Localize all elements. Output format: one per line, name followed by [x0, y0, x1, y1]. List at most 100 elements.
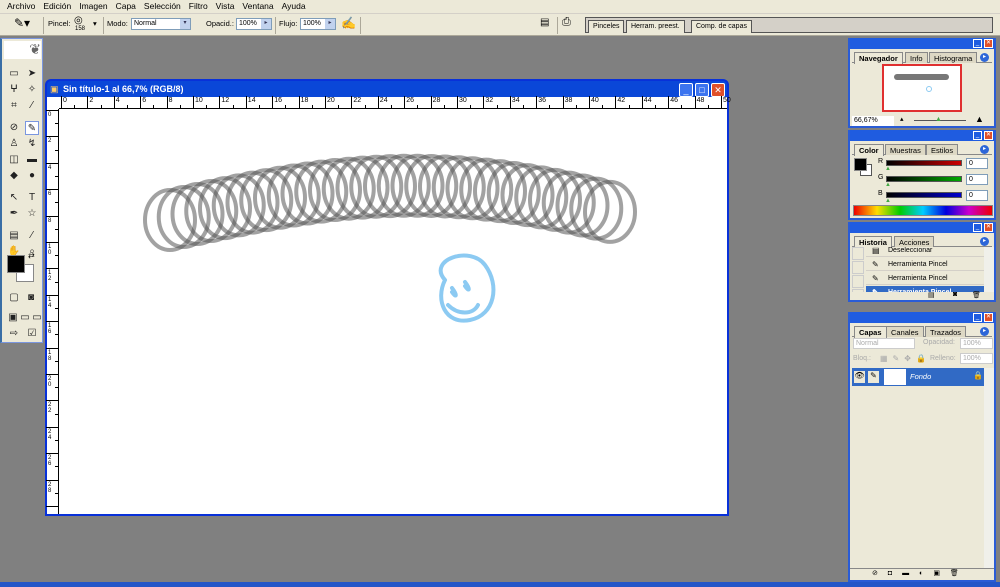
- slider-thumb[interactable]: ▲: [885, 166, 891, 172]
- slider-thumb[interactable]: ▲: [885, 198, 891, 204]
- maximize-button[interactable]: □: [695, 83, 709, 97]
- vertical-ruler[interactable]: 0 2 4 6 8 10 12 14 16 18 20 22 24 26 28: [46, 109, 59, 514]
- zoom-input[interactable]: 66,67%: [852, 116, 894, 126]
- panel-menu-button[interactable]: ▸: [980, 237, 989, 246]
- dodge-tool-icon[interactable]: ●: [25, 169, 39, 183]
- menu-archivo[interactable]: Archivo: [3, 0, 39, 13]
- zoom-out-icon[interactable]: ▴: [900, 115, 904, 123]
- menu-vista[interactable]: Vista: [212, 0, 239, 13]
- layers-scrollbar[interactable]: [984, 368, 994, 568]
- mode-select[interactable]: Normal ▾: [131, 18, 191, 30]
- zoom-slider-thumb[interactable]: ▲: [935, 116, 942, 123]
- checkmark-icon[interactable]: ☑: [25, 327, 39, 341]
- menu-filtro[interactable]: Filtro: [185, 0, 212, 13]
- panel-close-button[interactable]: ✕: [984, 131, 993, 140]
- history-scrollbar[interactable]: [984, 247, 994, 292]
- history-brush-source-box[interactable]: [852, 275, 864, 288]
- close-button[interactable]: ✕: [711, 83, 725, 97]
- brush-preview-icon[interactable]: ◎: [74, 15, 83, 26]
- tab-muestras[interactable]: Muestras: [885, 144, 926, 155]
- gradient-tool-icon[interactable]: ▬: [25, 153, 39, 167]
- lock-icons[interactable]: ▦✎✥🔒: [880, 354, 931, 363]
- tab-histograma[interactable]: Histograma: [929, 52, 978, 63]
- horizontal-ruler[interactable]: 0 2 4 6 8 10 12 14 16 18 20 22 24 26 28 30 32 34 36 38 40 42 4…: [59, 96, 731, 109]
- blend-mode-select[interactable]: Normal: [853, 338, 915, 349]
- navigator-thumbnail[interactable]: [882, 64, 962, 112]
- menu-imagen[interactable]: Imagen: [75, 0, 111, 13]
- tab-color[interactable]: Color: [854, 144, 884, 156]
- menu-ayuda[interactable]: Ayuda: [278, 0, 310, 13]
- lasso-tool-icon[interactable]: ⵖ: [7, 83, 21, 97]
- history-item[interactable]: ✎ Herramienta Pincel: [866, 258, 984, 271]
- new-document-from-state-icon[interactable]: ▤: [928, 291, 935, 299]
- jump-to-imageready-icon[interactable]: ⇨: [7, 327, 21, 341]
- tab-info[interactable]: Info: [905, 52, 928, 63]
- tab-capas[interactable]: Capas: [854, 326, 887, 338]
- brush-tool-icon[interactable]: ✎: [25, 121, 39, 135]
- history-item[interactable]: ✎ Herramienta Pincel: [866, 286, 984, 292]
- eyedropper-tool-icon[interactable]: ⁄: [25, 229, 39, 243]
- channel-value-input[interactable]: 0: [966, 158, 988, 169]
- history-item[interactable]: ▤ Deseleccionar: [866, 247, 984, 257]
- tab-acciones[interactable]: Acciones: [894, 236, 935, 247]
- panel-menu-button[interactable]: ▸: [980, 53, 989, 62]
- tab-estilos[interactable]: Estilos: [926, 144, 959, 155]
- healing-brush-tool-icon[interactable]: ⊘: [7, 121, 21, 135]
- flow-input[interactable]: 100% ▸: [300, 18, 336, 30]
- fill-input[interactable]: 100%: [960, 353, 993, 364]
- opacity-input[interactable]: 100% ▸: [236, 18, 272, 30]
- quickmask-mode-icon[interactable]: ◙: [24, 291, 38, 305]
- panel-minimize-button[interactable]: _: [973, 131, 982, 140]
- eraser-tool-icon[interactable]: ◫: [7, 153, 21, 167]
- foreground-color-swatch[interactable]: [854, 158, 867, 171]
- airbrush-icon[interactable]: ✍: [341, 16, 356, 30]
- history-brush-source-box[interactable]: [852, 261, 864, 274]
- brush-dropdown-icon[interactable]: ▾: [93, 19, 97, 28]
- clone-stamp-tool-icon[interactable]: ♙: [7, 137, 21, 151]
- layer-opacity-input[interactable]: 100%: [960, 338, 993, 349]
- pen-tool-icon[interactable]: ✒: [7, 207, 21, 221]
- zoom-in-icon[interactable]: ▲: [975, 114, 984, 124]
- menu-capa[interactable]: Capa: [112, 0, 140, 13]
- color-spectrum-bar[interactable]: [853, 205, 993, 216]
- panel-menu-button[interactable]: ▸: [980, 327, 989, 336]
- history-brush-source-box[interactable]: [852, 247, 864, 260]
- full-screen-icon[interactable]: ▭: [30, 311, 44, 325]
- tab-comp-de-capas[interactable]: Comp. de capas: [691, 20, 752, 33]
- channel-value-input[interactable]: 0: [966, 174, 988, 185]
- minimize-button[interactable]: _: [679, 83, 693, 97]
- standard-mode-icon[interactable]: ▢: [7, 291, 21, 305]
- panel-close-button[interactable]: ✕: [984, 313, 993, 322]
- swap-colors-icon[interactable]: ⇄: [28, 251, 35, 260]
- canvas[interactable]: [60, 110, 727, 514]
- magic-wand-tool-icon[interactable]: ✧: [25, 83, 39, 97]
- path-selection-tool-icon[interactable]: ↖: [7, 191, 21, 205]
- tab-navegador[interactable]: Navegador: [854, 52, 903, 64]
- menu-ventana[interactable]: Ventana: [238, 0, 277, 13]
- menu-edición[interactable]: Edición: [39, 0, 75, 13]
- panel-close-button[interactable]: ✕: [984, 39, 993, 48]
- move-tool-icon[interactable]: ➤: [25, 67, 39, 81]
- brush-tool-preset-icon[interactable]: ✎▾: [14, 16, 30, 30]
- channel-slider[interactable]: [886, 160, 962, 166]
- channel-slider[interactable]: [886, 176, 962, 182]
- panel-minimize-button[interactable]: _: [973, 39, 982, 48]
- menu-selección[interactable]: Selección: [140, 0, 185, 13]
- custom-shape-tool-icon[interactable]: ☆: [25, 207, 39, 221]
- new-snapshot-icon[interactable]: ◙: [953, 291, 957, 298]
- layer-row-fondo[interactable]: 👁 ✎ Fondo 🔒: [852, 368, 986, 386]
- palette-well-icon[interactable]: ⎙: [562, 16, 571, 29]
- tab-pinceles[interactable]: Pinceles: [588, 20, 625, 33]
- tab-canales[interactable]: Canales: [886, 326, 924, 337]
- file-browser-icon[interactable]: ▤: [540, 17, 549, 28]
- crop-tool-icon[interactable]: ⌗: [7, 99, 21, 113]
- panel-menu-button[interactable]: ▸: [980, 145, 989, 154]
- visibility-eye-icon[interactable]: 👁: [854, 371, 865, 383]
- history-item[interactable]: ✎ Herramienta Pincel: [866, 272, 984, 285]
- channel-slider[interactable]: [886, 192, 962, 198]
- panel-minimize-button[interactable]: _: [973, 313, 982, 322]
- history-brush-tool-icon[interactable]: ↯: [25, 137, 39, 151]
- panel-minimize-button[interactable]: _: [973, 223, 982, 232]
- history-brush-source-box[interactable]: [852, 289, 864, 292]
- layers-footer-icons[interactable]: ⊘◘▬◐▣🗑: [850, 568, 994, 580]
